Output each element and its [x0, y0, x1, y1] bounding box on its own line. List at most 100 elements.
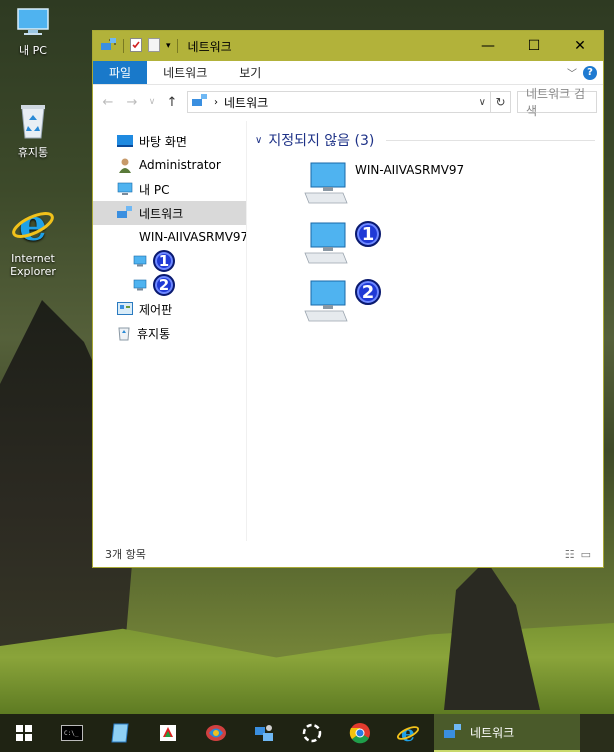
taskbar-window-label: 네트워크 [470, 725, 515, 740]
network-computer-item[interactable]: 1 [303, 221, 381, 265]
view-switcher: ☷ ▭ [565, 548, 591, 561]
network-computer-item[interactable]: 2 [303, 279, 381, 323]
desktop-icon-label: 휴지통 [17, 146, 49, 159]
computer-icon [133, 279, 147, 291]
details-view-icon[interactable]: ☷ [565, 548, 575, 561]
search-input[interactable]: 네트워크 검색 [517, 87, 597, 118]
help-button[interactable]: ? [583, 65, 597, 80]
taskbar-network-tool[interactable] [240, 714, 288, 752]
paint-app-icon [160, 725, 176, 741]
nav-item-label: WIN-AIIVASRMV97 [139, 230, 246, 244]
nav-item-control-panel[interactable]: 제어판 [93, 297, 246, 321]
show-desktop-button[interactable] [580, 714, 614, 752]
annotation-marker-1: 1 [355, 221, 381, 247]
nav-item-label: 제어판 [139, 302, 173, 317]
network-icon [444, 724, 461, 738]
taskbar-media-app[interactable] [192, 714, 240, 752]
taskbar-internet-explorer[interactable]: e [384, 714, 432, 752]
taskbar-capture-tool[interactable] [288, 714, 336, 752]
recycle-bin-icon [118, 327, 130, 341]
address-dropdown-icon[interactable]: ∨ [479, 97, 486, 108]
group-divider [386, 139, 595, 141]
taskbar-notepad[interactable] [96, 714, 144, 752]
taskbar-paint-app[interactable] [144, 714, 192, 752]
taskbar-network-window[interactable]: 네트워크 [434, 714, 580, 752]
address-bar[interactable]: › 네트워크 ∨ [187, 91, 491, 113]
network-icon [117, 206, 132, 218]
network-tool-icon [255, 725, 273, 741]
maximize-button[interactable]: ☐ [511, 31, 557, 61]
desktop-icon-label: Internet Explorer [10, 252, 56, 278]
svg-text:e: e [401, 721, 415, 745]
tab-file[interactable]: 파일 [93, 61, 148, 84]
nav-item-administrator[interactable]: Administrator [93, 153, 246, 177]
ribbon-tabs: 파일 네트워크 보기 ﹀ ? [93, 61, 603, 85]
expand-ribbon-icon[interactable]: ﹀ [567, 65, 577, 80]
nav-item-network[interactable]: 네트워크 [93, 201, 246, 225]
desktop-icon-label: 내 PC [19, 44, 47, 57]
nav-item-recycle-bin[interactable]: 휴지통 [93, 321, 246, 345]
ribbon-right: ﹀ ? [567, 61, 603, 84]
internet-explorer-icon: e [396, 721, 420, 745]
nav-item-desktop[interactable]: 바탕 화면 [93, 129, 246, 153]
taskbar: C:\_ e 네트워크 [0, 714, 614, 752]
collapse-chevron-icon[interactable]: ∨ [255, 135, 262, 146]
customize-toolbar-dropdown-icon[interactable]: ▾ [166, 41, 171, 51]
nav-item-label: 내 PC [139, 182, 170, 197]
navigation-pane: 바탕 화면 Administrator 내 PC 네트워크 WIN-AIIVAS… [93, 121, 247, 541]
refresh-button[interactable]: ↻ [491, 91, 511, 113]
window-title: 네트워크 [187, 39, 232, 54]
notepad-icon [111, 723, 129, 743]
network-computer-item[interactable]: WIN-AIIVASRMV97 [303, 161, 464, 205]
address-row: ← → ∨ ↑ › 네트워크 ∨ ↻ 네트워크 검색 [93, 85, 603, 119]
breadcrumb[interactable]: 네트워크 [224, 94, 268, 111]
capture-tool-icon [302, 723, 322, 743]
up-button[interactable]: ↑ [163, 95, 181, 110]
nav-item-network-computer[interactable]: 2 [93, 273, 246, 297]
new-folder-icon[interactable] [148, 37, 160, 55]
group-header[interactable]: ∨ 지정되지 않음 (3) [255, 131, 595, 149]
taskbar-command-prompt[interactable]: C:\_ [48, 714, 96, 752]
recent-locations-dropdown[interactable]: ∨ [147, 97, 157, 107]
taskbar-chrome[interactable] [336, 714, 384, 752]
desktop-icon-recycle-bin[interactable]: 휴지통 [4, 102, 62, 160]
quick-access-toolbar: ▾ [93, 37, 178, 55]
control-panel-icon [117, 302, 133, 315]
back-button[interactable]: ← [99, 95, 117, 110]
breadcrumb-separator-icon[interactable]: › [214, 97, 218, 108]
large-icons-view-icon[interactable]: ▭ [581, 548, 591, 561]
tab-view[interactable]: 보기 [223, 61, 277, 84]
start-button[interactable] [0, 714, 48, 752]
close-button[interactable]: ✕ [557, 31, 603, 61]
window-controls: — ☐ ✕ [465, 31, 603, 61]
status-bar: 3개 항목 ☷ ▭ [93, 541, 603, 567]
svg-text:C:\_: C:\_ [64, 730, 79, 737]
explorer-window: ▾ 네트워크 — ☐ ✕ 파일 네트워크 보기 ﹀ ? ← → ∨ ↑ › 네트… [92, 30, 604, 568]
chrome-icon [349, 723, 370, 744]
forward-button[interactable]: → [123, 95, 141, 110]
internet-explorer-icon: e [12, 202, 54, 248]
computer-name: WIN-AIIVASRMV97 [355, 163, 465, 177]
desktop-icon-internet-explorer[interactable]: e Internet Explorer [4, 202, 62, 278]
title-bar: ▾ 네트워크 — ☐ ✕ [93, 31, 603, 61]
nav-item-label: 바탕 화면 [139, 134, 187, 149]
computer-icon [304, 280, 348, 322]
media-app-icon [206, 725, 226, 741]
nav-item-network-computer[interactable]: WIN-AIIVASRMV97 [93, 225, 246, 249]
desktop-icon-this-pc[interactable]: 내 PC [4, 6, 62, 58]
computer-icon [133, 255, 147, 267]
item-count: 3개 항목 [105, 548, 146, 561]
properties-icon[interactable] [130, 37, 142, 55]
nav-item-this-pc[interactable]: 내 PC [93, 177, 246, 201]
tab-network[interactable]: 네트워크 [147, 61, 223, 84]
command-prompt-icon: C:\_ [61, 725, 83, 741]
computer-icon [117, 182, 133, 195]
minimize-button[interactable]: — [465, 31, 511, 61]
svg-text:e: e [19, 202, 47, 248]
annotation-marker-2: 2 [355, 279, 381, 305]
user-icon [119, 158, 131, 173]
windows-logo-icon [16, 725, 32, 741]
computer-icon [304, 162, 348, 204]
nav-item-network-computer[interactable]: 1 [93, 249, 246, 273]
group-header-label: 지정되지 않음 (3) [268, 133, 375, 149]
